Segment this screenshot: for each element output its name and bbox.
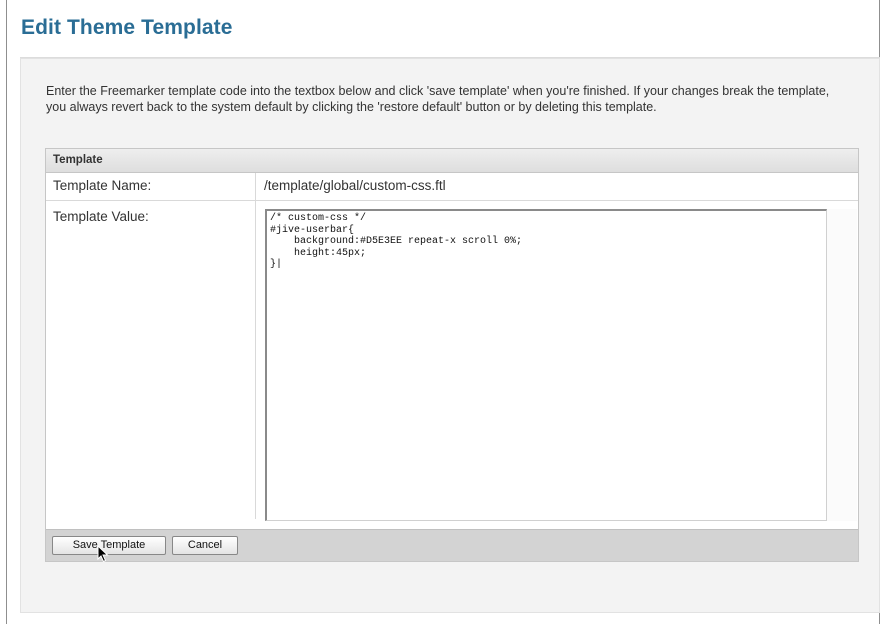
template-value-textarea[interactable]: /* custom-css */ #jive-userbar{ backgrou… [265, 209, 827, 521]
template-name-label: Template Name: [53, 178, 152, 193]
template-name-value: /template/global/custom-css.ftl [264, 178, 446, 193]
template-value-label: Template Value: [53, 209, 149, 224]
instructions-text: Enter the Freemarker template code into … [46, 84, 830, 114]
column-divider [255, 173, 256, 519]
table-header: Template [46, 149, 858, 173]
textarea-gutter [827, 209, 857, 521]
template-name-row: Template Name: /template/global/custom-c… [46, 173, 858, 201]
template-form-table: Template Template Name: /template/global… [45, 148, 859, 562]
page-title: Edit Theme Template [21, 16, 233, 39]
save-template-button[interactable]: Save Template [52, 536, 166, 555]
button-bar: Save Template Cancel [46, 529, 858, 561]
table-header-label: Template [53, 154, 103, 166]
mouse-pointer-icon [97, 544, 109, 568]
cancel-button[interactable]: Cancel [172, 536, 238, 555]
